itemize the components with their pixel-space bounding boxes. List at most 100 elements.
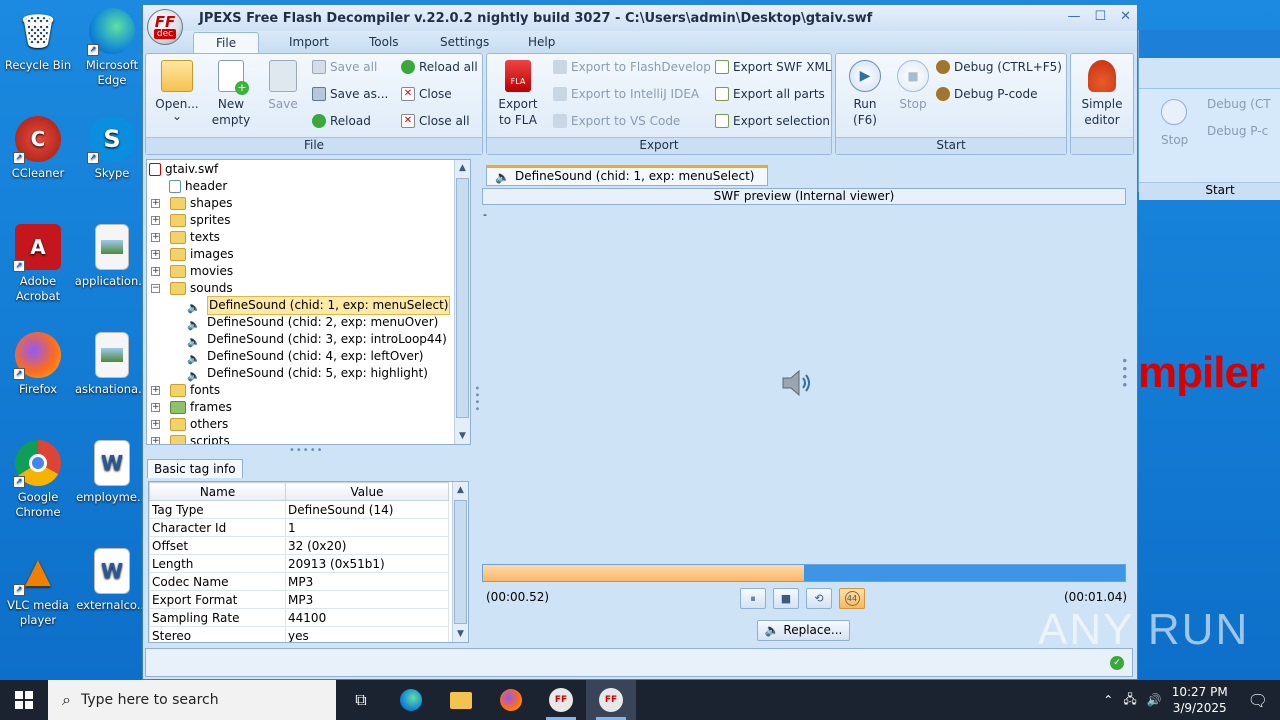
desktop-icon-firefox[interactable]: ↗ Firefox [0, 332, 76, 397]
close-file-button[interactable]: ✕ Close [401, 87, 452, 101]
desktop-icon-adobe-acrobat[interactable]: A ↗ Adobe Acrobat [0, 224, 76, 304]
tree-item-sounds[interactable]: − sounds [151, 280, 233, 297]
export-selection-button[interactable]: Export selection [715, 114, 830, 128]
open-button[interactable]: Open... ⌄ [148, 60, 206, 122]
playback-progress[interactable] [482, 564, 1126, 582]
vertical-splitter[interactable]: •••• [471, 385, 482, 413]
export-vscode-button[interactable]: Export to VS Code [553, 114, 680, 128]
replace-button[interactable]: 🔈 Replace... [757, 620, 850, 641]
export-swf-xml-button[interactable]: Export SWF XML [715, 60, 832, 74]
export-fla-button[interactable]: FLA Export to FLA [489, 60, 547, 128]
tree-item-sound-5[interactable]: 🔈 DefineSound (chid: 5, exp: highlight) [187, 365, 428, 382]
expand-icon[interactable]: + [151, 403, 160, 412]
tree-item-movies[interactable]: + movies [151, 263, 233, 280]
debug-pcode-button[interactable]: Debug P-code [936, 87, 1038, 101]
reload-all-button[interactable]: Reload all [401, 60, 478, 74]
expand-icon[interactable]: + [151, 437, 160, 444]
tree-item-sound-1[interactable]: 🔈 DefineSound (chid: 1, exp: menuSelect) [187, 296, 451, 315]
desktop-icon-employment[interactable]: W employme... [74, 440, 150, 505]
tree-item-sound-3[interactable]: 🔈 DefineSound (chid: 3, exp: introLoop44) [187, 331, 447, 348]
desktop-icon-ccleaner[interactable]: C ↗ CCleaner [0, 116, 76, 181]
taskbar-ffdec-2[interactable]: FF [586, 680, 636, 720]
info-scrollbar[interactable]: ▲ ▼ [452, 482, 468, 642]
debug-button[interactable]: Debug (CTRL+F5) [936, 60, 1062, 74]
tree-item-sound-4[interactable]: 🔈 DefineSound (chid: 4, exp: leftOver) [187, 348, 423, 365]
tree-item-scripts[interactable]: + scripts [151, 433, 230, 444]
tree-item-sprites[interactable]: + sprites [151, 212, 230, 229]
tree-scrollbar[interactable]: ▲ ▼ [454, 160, 470, 444]
tree-item-header[interactable]: header [169, 178, 227, 195]
desktop-icon-asknational[interactable]: asknationa... [74, 332, 150, 397]
desktop-icon-edge[interactable]: ↗ Microsoft Edge [74, 8, 150, 88]
save-all-button[interactable]: Save all [312, 60, 377, 74]
menu-import[interactable]: Import [289, 35, 329, 49]
expand-icon[interactable]: + [151, 250, 160, 259]
expand-icon[interactable]: + [151, 420, 160, 429]
network-icon[interactable]: 🖧 [1123, 690, 1136, 711]
tree-item-images[interactable]: + images [151, 246, 234, 263]
menu-help[interactable]: Help [528, 35, 555, 49]
save-as-button[interactable]: Save as... [312, 87, 388, 101]
table-row[interactable]: Length 20913 (0x51b1) [149, 554, 449, 573]
table-row[interactable]: Stereo yes [149, 626, 449, 642]
right-splitter[interactable]: •••• [1117, 357, 1131, 389]
scroll-down-icon[interactable]: ▼ [453, 626, 468, 642]
minimize-button[interactable]: — [1067, 9, 1080, 24]
start-button[interactable] [0, 680, 48, 720]
tree-item-others[interactable]: + others [151, 416, 228, 433]
scroll-down-icon[interactable]: ▼ [455, 428, 470, 444]
table-row[interactable]: Offset 32 (0x20) [149, 536, 449, 555]
desktop-icon-vlc[interactable]: ▲ ↗ VLC media player [0, 548, 76, 628]
info-scroll-thumb[interactable] [454, 500, 467, 624]
close-button[interactable]: ✕ [1120, 9, 1131, 24]
expand-icon[interactable]: + [151, 216, 160, 225]
task-view-button[interactable]: ⧉ [336, 680, 386, 720]
new-empty-button[interactable]: + New empty [202, 60, 260, 128]
export-all-parts-button[interactable]: Export all parts [715, 87, 825, 101]
volume-icon[interactable]: 🔊 [1147, 693, 1162, 707]
export-intellij-button[interactable]: Export to IntelliJ IDEA [553, 87, 699, 101]
tab-basic-tag-info[interactable]: Basic tag info [147, 459, 243, 478]
maximize-button[interactable]: ☐ [1094, 9, 1106, 24]
swf-tree[interactable]: gtaiv.swf header + shapes + sprites + texts… [146, 159, 471, 445]
menu-tools[interactable]: Tools [369, 35, 399, 49]
expand-icon[interactable]: + [151, 267, 160, 276]
taskbar-firefox[interactable] [486, 680, 536, 720]
simple-editor-button[interactable]: Simple editor [1073, 60, 1131, 128]
clock[interactable]: 10:27 PM 3/9/2025 [1172, 684, 1228, 716]
expand-icon[interactable]: + [151, 233, 160, 242]
close-all-button[interactable]: ✕ Close all [401, 114, 470, 128]
menu-settings[interactable]: Settings [440, 35, 489, 49]
stop-playback-button[interactable]: ■ [773, 588, 799, 609]
desktop-icon-skype[interactable]: S ↗ Skype [74, 116, 150, 181]
table-row[interactable]: Tag Type DefineSound (14) [149, 500, 449, 519]
tree-item-sound-2[interactable]: 🔈 DefineSound (chid: 2, exp: menuOver) [187, 314, 438, 331]
desktop-icon-recycle-bin[interactable]: 🗑 Recycle Bin [0, 8, 76, 73]
scroll-up-icon[interactable]: ▲ [455, 160, 470, 176]
horizontal-splitter[interactable]: ••••• [289, 445, 324, 456]
tree-root[interactable]: gtaiv.swf [149, 161, 218, 178]
reload-button[interactable]: Reload [312, 114, 371, 128]
table-row[interactable]: Export Format MP3 [149, 590, 449, 609]
desktop-icon-chrome[interactable]: ↗ Google Chrome [0, 440, 76, 520]
sample-rate-button[interactable]: 44 [839, 588, 865, 609]
tree-scroll-thumb[interactable] [456, 178, 469, 418]
table-row[interactable]: Character Id 1 [149, 518, 449, 537]
menu-file[interactable]: File [193, 32, 260, 53]
tree-item-frames[interactable]: + frames [151, 399, 232, 416]
export-flashdevelop-button[interactable]: Export to FlashDevelop [553, 60, 711, 74]
tree-item-fonts[interactable]: + fonts [151, 382, 220, 399]
taskbar-file-explorer[interactable] [436, 680, 486, 720]
tab-define-sound[interactable]: 🔈 DefineSound (chid: 1, exp: menuSelect) [486, 165, 768, 186]
desktop-icon-externalco[interactable]: W externalco... [74, 548, 150, 613]
loop-button[interactable]: ⟲ [806, 588, 832, 609]
expand-icon[interactable]: + [151, 386, 160, 395]
taskbar-ffdec-1[interactable]: FF [536, 680, 586, 720]
table-row[interactable]: Sampling Rate 44100 [149, 608, 449, 627]
chevron-up-icon[interactable]: ⌃ [1103, 693, 1113, 707]
scroll-up-icon[interactable]: ▲ [453, 482, 468, 498]
collapse-icon[interactable]: − [151, 284, 160, 293]
tree-item-shapes[interactable]: + shapes [151, 195, 232, 212]
pause-button[interactable]: ⏸ [740, 588, 766, 609]
desktop-icon-application[interactable]: application... [74, 224, 150, 289]
